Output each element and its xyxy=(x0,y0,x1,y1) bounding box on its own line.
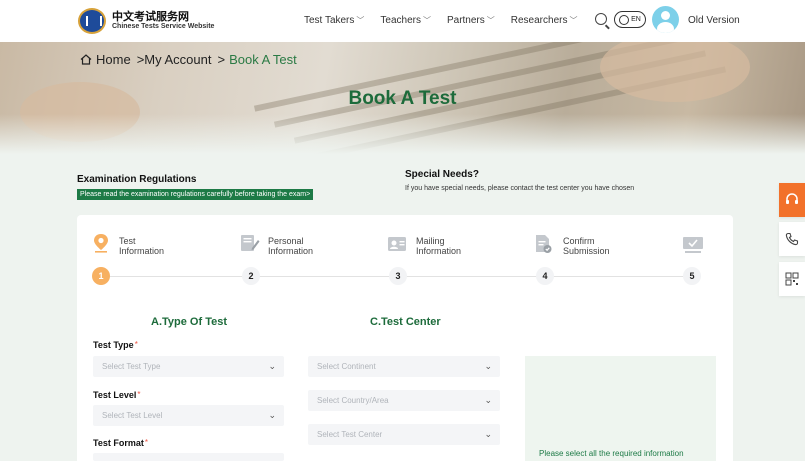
step-1-number: 1 xyxy=(92,267,110,285)
section-test-center: C.Test Center xyxy=(370,316,441,328)
id-card-icon xyxy=(387,236,406,254)
chevron-down-icon: ⌄ xyxy=(484,395,492,405)
main-nav: Test Takers ﹀ Teachers ﹀ Partners ﹀ Researc… xyxy=(304,15,593,26)
language-switch-button[interactable]: EN xyxy=(614,11,646,28)
chevron-down-icon: ⌄ xyxy=(268,410,276,420)
chevron-down-icon: ⌄ xyxy=(484,429,492,439)
test-type-label: Test Type* xyxy=(93,340,138,350)
headset-icon xyxy=(786,193,798,204)
logo-title-cn: 中文考试服务网 xyxy=(112,11,189,24)
country-area-select[interactable]: Select Country/Area ⌄ xyxy=(308,390,500,411)
search-icon[interactable] xyxy=(595,13,607,25)
breadcrumb-account[interactable]: My Account xyxy=(144,52,211,67)
breadcrumb: Home > My Account > Book A Test xyxy=(80,52,297,67)
step-1-label: Test Information xyxy=(119,236,165,257)
special-needs-title: Special Needs? xyxy=(405,169,479,180)
chevron-down-icon: ﹀ xyxy=(486,16,495,25)
phone-contact-button[interactable] xyxy=(779,222,805,256)
step-2-number: 2 xyxy=(242,267,260,285)
page-title: Book A Test xyxy=(348,88,457,109)
nav-teachers[interactable]: Teachers ﹀ xyxy=(380,15,431,26)
step-5-number: 5 xyxy=(683,267,701,285)
step-2-label: Personal Information xyxy=(268,236,314,257)
home-icon[interactable] xyxy=(80,54,92,65)
step-4-number: 4 xyxy=(536,267,554,285)
step-4-label: Confirm Submission xyxy=(563,236,610,257)
chevron-down-icon: ⌄ xyxy=(484,361,492,371)
user-avatar[interactable] xyxy=(652,6,679,33)
breadcrumb-current: Book A Test xyxy=(229,52,297,67)
monitor-check-icon xyxy=(682,236,703,254)
old-version-link[interactable]: Old Version xyxy=(688,15,740,26)
qr-code-button[interactable] xyxy=(779,262,805,296)
selection-info-panel xyxy=(525,356,716,461)
edit-document-icon xyxy=(240,234,260,252)
test-level-label: Test Level* xyxy=(93,390,141,400)
top-header: 中文考试服务网 Chinese Tests Service Website Te… xyxy=(0,0,805,42)
location-pin-icon xyxy=(92,233,110,253)
phone-icon xyxy=(785,232,799,246)
chevron-down-icon: ⌄ xyxy=(268,361,276,371)
test-format-select[interactable] xyxy=(93,453,284,461)
chevron-down-icon: ﹀ xyxy=(356,16,365,25)
globe-icon xyxy=(619,14,630,25)
test-center-select[interactable]: Select Test Center ⌄ xyxy=(308,424,500,445)
logo-emblem-icon xyxy=(78,8,106,34)
step-3-label: Mailing Information xyxy=(416,236,462,257)
nav-partners[interactable]: Partners ﹀ xyxy=(447,15,495,26)
customer-service-button[interactable] xyxy=(779,183,805,217)
regulations-title: Examination Regulations xyxy=(77,174,197,185)
document-check-icon xyxy=(534,234,552,253)
site-logo[interactable]: 中文考试服务网 Chinese Tests Service Website xyxy=(78,8,214,34)
test-format-label: Test Format* xyxy=(93,438,148,448)
test-type-select[interactable]: Select Test Type ⌄ xyxy=(93,356,284,377)
test-level-select[interactable]: Select Test Level ⌄ xyxy=(93,405,284,426)
selection-info-text: Please select all the required informati… xyxy=(539,449,684,458)
nav-researchers[interactable]: Researchers ﹀ xyxy=(511,15,578,26)
step-3-number: 3 xyxy=(389,267,407,285)
section-type-of-test: A.Type Of Test xyxy=(151,316,227,328)
continent-select[interactable]: Select Continent ⌄ xyxy=(308,356,500,377)
regulations-link[interactable]: Please read the examination regulations … xyxy=(77,189,314,200)
special-needs-text: If you have special needs, please contac… xyxy=(405,185,635,192)
nav-test-takers[interactable]: Test Takers ﹀ xyxy=(304,15,364,26)
chevron-down-icon: ﹀ xyxy=(569,16,578,25)
logo-title-en: Chinese Tests Service Website xyxy=(112,23,215,31)
chevron-down-icon: ﹀ xyxy=(422,16,431,25)
qr-code-icon xyxy=(785,272,799,286)
breadcrumb-home[interactable]: Home xyxy=(96,52,131,67)
